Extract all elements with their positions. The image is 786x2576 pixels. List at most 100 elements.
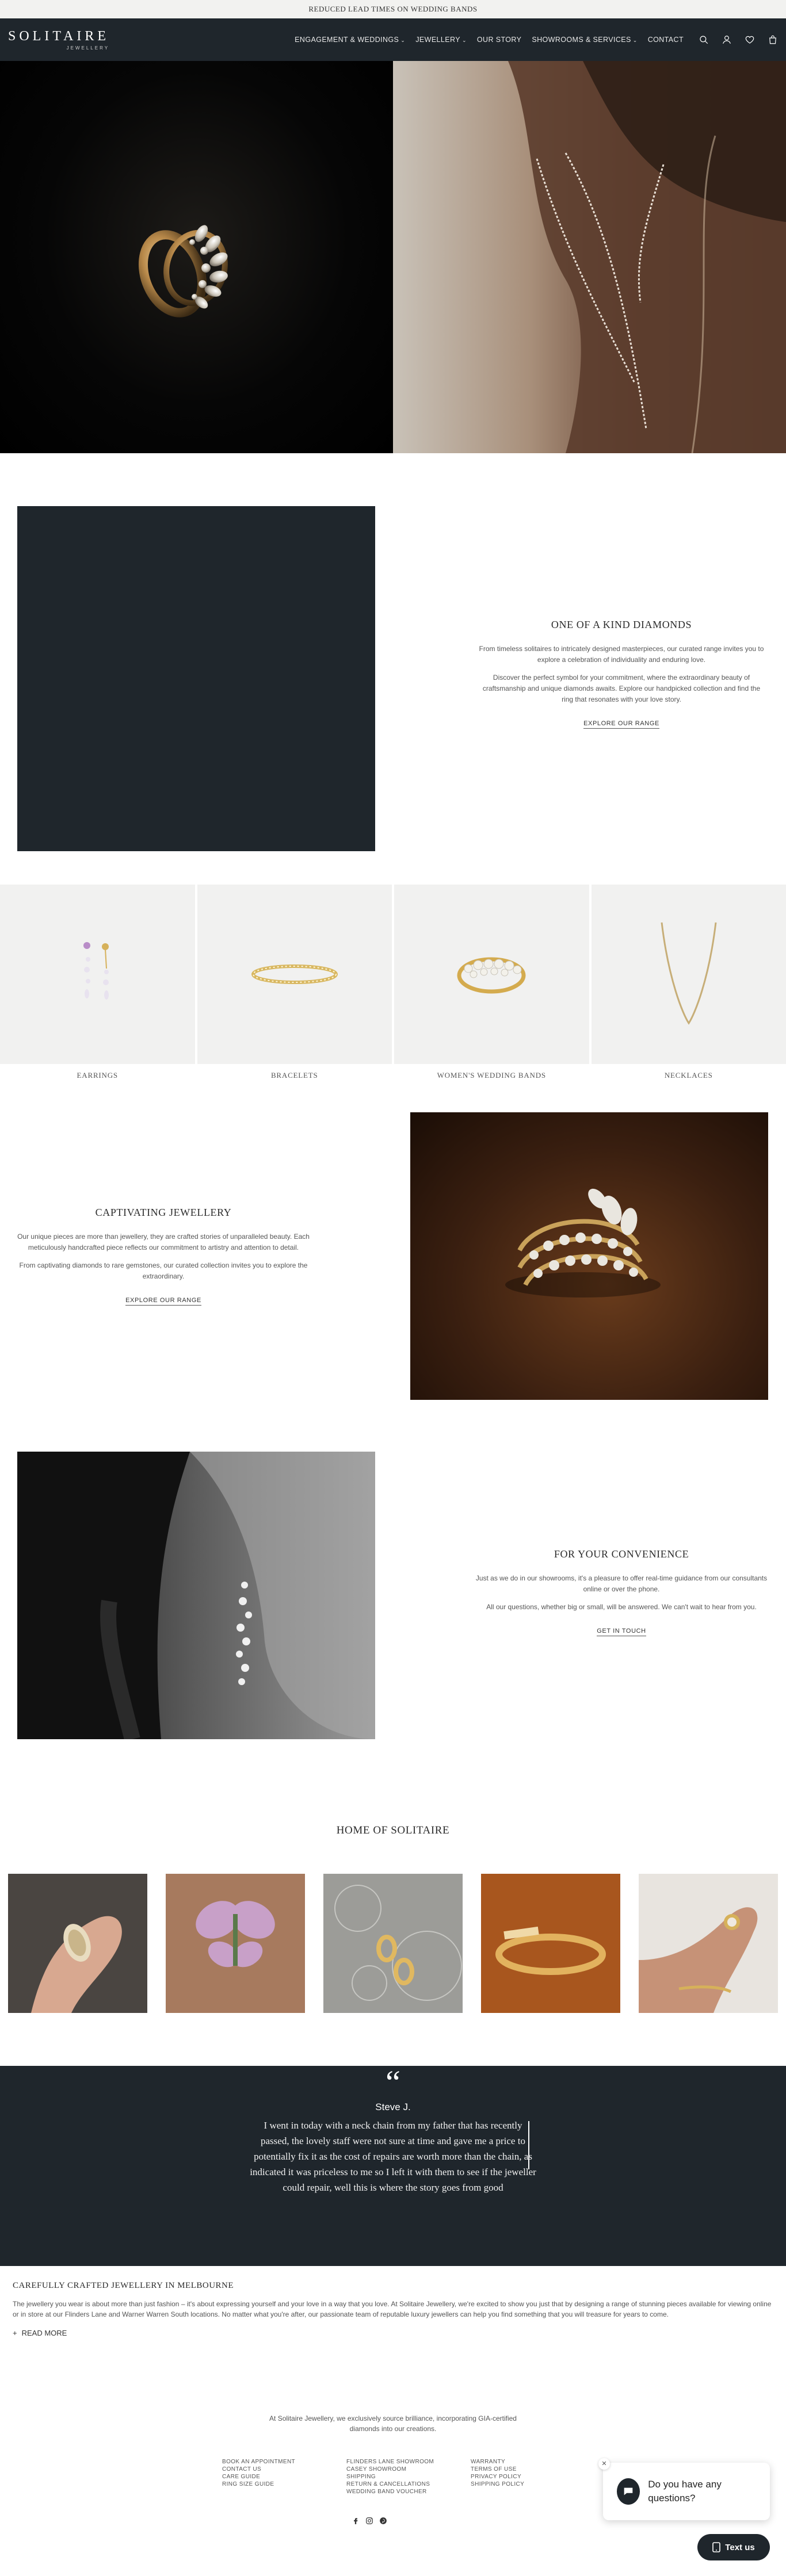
category-image: [591, 885, 786, 1064]
main-nav: Engagement & Weddings ⌄ Jewellery ⌄ Our St…: [295, 36, 684, 44]
diamonds-text-2: Discover the perfect symbol for your com…: [482, 673, 761, 703]
hero-ring-image: [0, 61, 393, 453]
footer-link[interactable]: Shipping Policy: [471, 2481, 560, 2487]
category-womens-wedding-bands[interactable]: Women's Wedding Bands: [394, 885, 589, 1080]
testimonial-scrollbar[interactable]: [528, 2121, 529, 2169]
get-in-touch-link[interactable]: Get in touch: [597, 1628, 646, 1636]
category-necklaces[interactable]: Necklaces: [591, 885, 786, 1080]
footer-link[interactable]: Return & Cancellations: [346, 2481, 436, 2487]
text-us-label: Text us: [725, 2542, 755, 2552]
diamonds-image: [17, 506, 375, 851]
footer-link[interactable]: Care Guide: [222, 2474, 312, 2480]
testimonial-author: Steve J.: [375, 2102, 411, 2112]
captivating-image: [410, 1112, 768, 1400]
footer-col-2: Flinders Lane Showroom Casey Showroom Sh…: [346, 2459, 436, 2495]
pinterest-icon[interactable]: [379, 2517, 387, 2525]
earrings-water-illustration: [334, 1885, 462, 2001]
bangle-illustration: [495, 1926, 606, 1975]
captivating-explore-link[interactable]: Explore our range: [125, 1297, 201, 1306]
close-icon[interactable]: ✕: [598, 2458, 610, 2470]
bracelet-illustration: [251, 964, 338, 984]
chat-message: Do you have any questions?: [648, 2479, 722, 2504]
bag-icon[interactable]: [768, 35, 778, 45]
necklace-illustration: [661, 922, 717, 1025]
convenience-section: For Your Convenience Just as we do in ou…: [472, 1548, 771, 1636]
chevron-down-icon: ⌄: [461, 37, 467, 43]
footer-link[interactable]: Shipping: [346, 2474, 436, 2480]
captivating-title: Captivating Jewellery: [95, 1207, 232, 1218]
logo-sub: JEWELLERY: [66, 45, 110, 51]
footer-link[interactable]: Wedding Band Voucher: [346, 2489, 436, 2495]
footer-link[interactable]: Terms of Use: [471, 2466, 560, 2472]
footer-link[interactable]: Casey Showroom: [346, 2466, 436, 2472]
logo[interactable]: SOLITAIRE JEWELLERY: [8, 29, 109, 51]
read-more-label: Read more: [21, 2329, 67, 2337]
footer-link[interactable]: Book an Appointment: [222, 2459, 312, 2465]
nav-jewellery[interactable]: Jewellery ⌄: [415, 36, 467, 44]
facebook-icon[interactable]: [352, 2517, 360, 2525]
earrings-illustration: [83, 942, 109, 1000]
wedding-band-illustration: [457, 957, 526, 994]
captivating-section: Captivating Jewellery Our unique pieces …: [17, 1207, 310, 1306]
convenience-text-2: All our questions, whether big or small,…: [486, 1603, 757, 1611]
nav-engagement-weddings[interactable]: Engagement & Weddings ⌄: [295, 36, 405, 44]
convenience-image: [17, 1452, 375, 1741]
text-us-button[interactable]: Text us: [697, 2534, 770, 2560]
gallery-image-bangle[interactable]: [481, 1874, 620, 2013]
account-icon[interactable]: [722, 35, 732, 45]
about-section: Carefully crafted jewellery in Melbourne…: [13, 2281, 773, 2337]
footer-link[interactable]: Warranty: [471, 2459, 560, 2465]
testimonial-section: “ Steve J. I went in today with a neck c…: [0, 2066, 786, 2266]
chat-prompt-card[interactable]: ✕ Do you have any questions?: [598, 2458, 770, 2520]
category-earrings[interactable]: Earrings: [0, 885, 195, 1080]
gallery-image-hand-rings[interactable]: [639, 1874, 778, 2013]
chat-bubble-icon: [624, 2487, 633, 2495]
instagram-gallery: [8, 1874, 778, 2013]
category-grid: Earrings Bracelets Women's Wedding Bands: [0, 885, 786, 1080]
category-image: [197, 885, 392, 1064]
gallery-image-butterfly[interactable]: [166, 1874, 305, 2013]
nav-label: Our Story: [476, 36, 522, 44]
earring-model-illustration: [17, 1452, 375, 1741]
nav-label: Showrooms & Services: [532, 36, 631, 44]
home-of-solitaire-title: Home of Solitaire: [336, 1824, 450, 1836]
heart-icon[interactable]: [745, 35, 755, 45]
nav-contact[interactable]: Contact: [648, 36, 684, 44]
diamonds-text-1: From timeless solitaires to intricately …: [479, 645, 764, 664]
footer-link[interactable]: Privacy Policy: [471, 2474, 560, 2480]
nav-our-story[interactable]: Our Story: [477, 36, 521, 44]
footer-col-1: Book an Appointment Contact Us Care Guid…: [222, 2459, 312, 2495]
nav-showrooms-services[interactable]: Showrooms & Services ⌄: [532, 36, 637, 44]
necklace-model-illustration: [508, 61, 786, 453]
category-bracelets[interactable]: Bracelets: [197, 885, 392, 1080]
testimonial-text: I went in today with a neck chain from m…: [250, 2120, 536, 2193]
quote-icon: “: [386, 2064, 400, 2101]
category-label: Necklaces: [664, 1071, 713, 1080]
footer-links: Book an Appointment Contact Us Care Guid…: [222, 2459, 560, 2495]
nav-label: Engagement & Weddings: [295, 36, 399, 44]
gallery-image-ring-hand[interactable]: [8, 1874, 147, 2013]
announcement-text: Reduced lead times on Wedding Bands: [308, 5, 478, 13]
footer-link[interactable]: Contact Us: [222, 2466, 312, 2472]
about-title: Carefully crafted jewellery in Melbourne: [13, 2281, 234, 2290]
captivating-text-2: From captivating diamonds to rare gemsto…: [19, 1261, 308, 1280]
category-image: [394, 885, 589, 1064]
search-icon[interactable]: [699, 35, 709, 45]
nav-label: Contact: [647, 36, 684, 44]
footer-col-3: Warranty Terms of Use Privacy Policy Shi…: [471, 2459, 560, 2495]
logo-brand: SOLITAIRE: [8, 29, 110, 44]
plus-icon: +: [13, 2329, 17, 2337]
diamonds-explore-link[interactable]: Explore our range: [583, 720, 659, 729]
butterfly-brooch-illustration: [196, 1901, 275, 1968]
footer-link[interactable]: Flinders Lane Showroom: [346, 2459, 436, 2465]
gallery-image-earrings-water[interactable]: [323, 1874, 463, 2013]
site-header: SOLITAIRE JEWELLERY Engagement & Wedding…: [0, 18, 786, 61]
read-more-button[interactable]: + Read more: [13, 2329, 773, 2337]
hero-model-image: [393, 61, 786, 453]
footer-blurb: At Solitaire Jewellery, we exclusively s…: [0, 2413, 786, 2434]
footer-link[interactable]: Ring Size Guide: [222, 2481, 312, 2487]
phone-icon: [712, 2542, 721, 2552]
about-text: The jewellery you wear is about more tha…: [13, 2300, 772, 2318]
instagram-icon[interactable]: [365, 2517, 373, 2525]
hero-banner[interactable]: [0, 61, 786, 453]
